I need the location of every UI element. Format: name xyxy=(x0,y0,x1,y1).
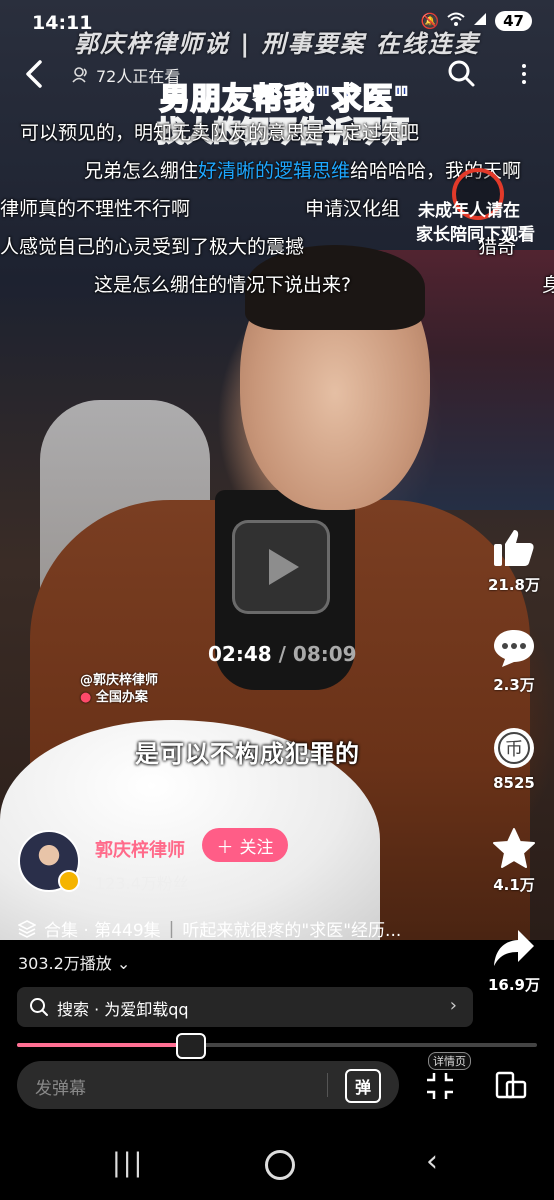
play-icon[interactable] xyxy=(232,520,330,614)
people-icon xyxy=(72,67,87,83)
collection-title: 听起来就很疼的"求医"经历... xyxy=(182,921,402,941)
comment-icon xyxy=(490,626,538,670)
play-count[interactable]: 303.2万播放 ⌄ xyxy=(18,950,130,974)
more-dot xyxy=(522,72,526,76)
home-button[interactable] xyxy=(265,1150,295,1180)
danmaku-item: 人感觉自己的心灵受到了极大的震撼 xyxy=(0,236,305,258)
plus-icon: ＋ xyxy=(216,837,234,858)
progress-fill xyxy=(17,1043,189,1047)
landscape-button[interactable] xyxy=(494,1068,528,1102)
total-time: / 08:09 xyxy=(278,642,357,666)
location-pin-icon: ● xyxy=(80,690,92,705)
related-search-bar[interactable]: 搜索 · 为爱卸载qq › xyxy=(17,987,473,1027)
search-button[interactable] xyxy=(446,58,478,90)
system-back-button[interactable]: ‹ xyxy=(426,1144,438,1179)
viewer-count-text: 72人正在看 xyxy=(96,67,181,86)
more-dot xyxy=(522,80,526,84)
chevron-down-icon: ⌄ xyxy=(111,954,131,973)
minor-warning-badge: 未成年人请在 家长陪同下观看 xyxy=(416,168,554,268)
watermark-handle: @郭庆梓律师 xyxy=(80,673,159,688)
coin-icon: 币 xyxy=(490,726,538,770)
danmaku-item: 身 xyxy=(542,274,554,296)
danmaku-toggle-button[interactable]: 弹 xyxy=(345,1069,381,1103)
danmaku-item: 这是怎么绷住的情况下说出来? xyxy=(94,274,352,296)
coin-count: 8525 xyxy=(493,774,535,792)
fullscreen-button[interactable] xyxy=(424,1070,456,1102)
thumbs-up-icon xyxy=(490,526,538,570)
recent-apps-button[interactable]: ||| xyxy=(112,1148,144,1178)
current-time: 02:48 xyxy=(208,642,272,666)
danmaku-input[interactable]: 发弹幕 弹 xyxy=(17,1061,399,1109)
back-button[interactable] xyxy=(18,58,50,90)
follow-label: 关注 xyxy=(239,837,274,858)
more-dot xyxy=(522,64,526,68)
share-button[interactable]: 16.9万 xyxy=(482,926,546,995)
watermark-location: ● 全国办案 xyxy=(80,690,148,705)
minor-warning-line1: 未成年人请在 xyxy=(418,201,520,221)
divider: | xyxy=(168,918,175,939)
progress-knob-tv-icon[interactable] xyxy=(175,1033,206,1059)
playback-time: 02:48 / 08:09 xyxy=(208,642,357,666)
danmaku-highlight: 好清晰的逻辑思维 xyxy=(198,160,351,182)
like-count: 21.8万 xyxy=(487,576,540,594)
system-nav-bar: ||| ‹ xyxy=(0,1130,554,1200)
comment-count: 2.3万 xyxy=(493,676,535,694)
star-icon xyxy=(490,826,538,870)
top-banner: 郭庆梓律师说 | 刑事要案 在线连麦 xyxy=(74,30,480,58)
collection-row[interactable]: 合集 · 第449集 | 听起来就很疼的"求医"经历... xyxy=(18,916,448,941)
progress-bar[interactable] xyxy=(17,1033,537,1059)
coin-button[interactable]: 币 8525 xyxy=(482,726,546,792)
svg-text:币: 币 xyxy=(505,739,523,760)
verified-icon xyxy=(58,870,80,892)
collection-episode: 合集 · 第449集 xyxy=(44,921,161,941)
layers-icon xyxy=(18,919,36,938)
favorite-count: 4.1万 xyxy=(493,876,535,894)
related-search-label: 搜索 · 为爱卸载qq xyxy=(57,1000,189,1019)
detail-page-label: 详情页 xyxy=(428,1052,471,1070)
favorite-button[interactable]: 4.1万 xyxy=(482,826,546,895)
video-subtitle: 是可以不构成犯罪的 xyxy=(135,740,360,768)
viewer-count: 72人正在看 xyxy=(72,63,180,87)
search-icon xyxy=(30,998,48,1016)
chevron-left-icon xyxy=(26,60,42,88)
minor-warning-line2: 家长陪同下观看 xyxy=(416,225,535,245)
divider xyxy=(327,1073,328,1097)
danmaku-item: 申请汉化组 xyxy=(305,198,401,220)
danmaku-text: 兄弟怎么绷住 xyxy=(84,160,199,182)
like-button[interactable]: 21.8万 xyxy=(482,526,546,595)
landscape-icon xyxy=(495,1071,527,1099)
collapse-icon xyxy=(427,1073,453,1099)
share-count: 16.9万 xyxy=(487,976,540,994)
share-icon xyxy=(490,926,538,970)
author-name[interactable]: 郭庆梓律师 xyxy=(95,836,185,862)
danmaku-item: 可以预见的，明知无卖队友的意思是一定过失吧 xyxy=(20,122,420,144)
danmaku-placeholder: 发弹幕 xyxy=(35,1079,86,1099)
comment-button[interactable]: 2.3万 xyxy=(482,626,546,695)
chevron-right-icon: › xyxy=(449,995,457,1016)
more-button[interactable] xyxy=(514,58,534,90)
fan-count: 123.4万粉丝 xyxy=(95,874,189,893)
video-watermark: @郭庆梓律师 ● 全国办案 xyxy=(80,672,158,706)
follow-button[interactable]: ＋ 关注 xyxy=(202,828,288,862)
search-icon xyxy=(448,60,475,87)
danmaku-item: 律师真的不理性不行啊 xyxy=(0,198,191,220)
